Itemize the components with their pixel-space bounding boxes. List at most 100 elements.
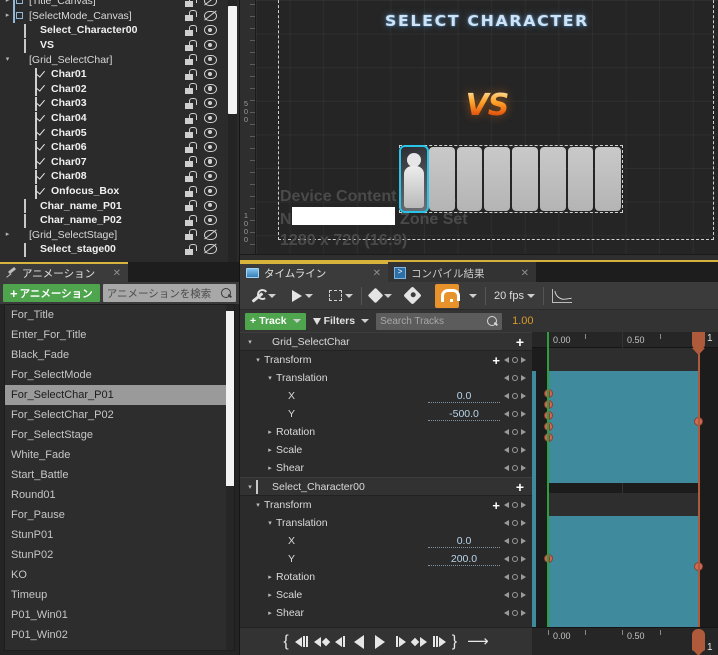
keyframe-nav[interactable] (504, 520, 532, 526)
hierarchy-row[interactable]: ▾ [Grid_SelectChar] (0, 52, 239, 67)
unlock-icon[interactable] (185, 229, 197, 241)
track-value[interactable]: 200.0 (428, 553, 500, 566)
tree-expander[interactable]: ▾ (252, 501, 264, 509)
previous-key-icon[interactable] (504, 556, 509, 562)
character-slot[interactable] (484, 147, 510, 211)
playback-start-marker[interactable] (547, 332, 549, 655)
eye-icon[interactable] (204, 54, 217, 65)
sequencer-panel[interactable]: タイムライン ✕ > コンパイル結果 ✕ 20 fps + Track Filt… (240, 262, 718, 655)
search-tracks-input[interactable]: Search Tracks (376, 312, 503, 330)
chevron-down-icon[interactable] (305, 293, 313, 298)
track-row[interactable]: ▸ Scale (240, 441, 532, 459)
tree-expander[interactable]: ▸ (2, 0, 13, 8)
unlock-icon[interactable] (185, 83, 197, 95)
keyframe-nav[interactable] (504, 465, 532, 471)
animation-list[interactable]: For_Title Enter_For_Title Black_Fade For_Se… (4, 304, 235, 651)
keyframe-options-button[interactable] (367, 285, 395, 307)
add-key-icon[interactable] (512, 393, 518, 399)
animation-search-input[interactable]: アニメーションを検索 (102, 284, 236, 302)
step-back-icon[interactable] (334, 636, 345, 647)
keyframe-nav[interactable] (504, 375, 532, 381)
track-value[interactable]: -500.0 (428, 408, 500, 421)
add-key-icon[interactable] (512, 411, 518, 417)
unlock-icon[interactable] (185, 156, 197, 168)
previous-key-icon[interactable] (504, 592, 509, 598)
unlock-icon[interactable] (185, 200, 197, 212)
chevron-down-icon[interactable] (268, 293, 276, 298)
next-key-icon[interactable] (521, 538, 526, 544)
previous-key-icon[interactable] (504, 538, 509, 544)
hierarchy-row[interactable]: Char_name_P02 (0, 213, 239, 228)
character-slot[interactable] (399, 145, 429, 213)
keyframe-nav[interactable] (504, 411, 532, 417)
track-value[interactable]: 0.0 (428, 390, 500, 403)
check-icon[interactable] (35, 184, 37, 199)
track-row[interactable]: ▸ Scale (240, 586, 532, 604)
keyframe-nav[interactable] (504, 357, 532, 363)
unlock-icon[interactable] (185, 10, 197, 22)
keyframe-nav[interactable] (504, 574, 532, 580)
track-group-row[interactable]: ▾ Grid_SelectChar + (240, 332, 532, 351)
next-key-icon[interactable] (521, 574, 526, 580)
eye-icon[interactable] (204, 171, 217, 182)
curve-editor-button[interactable] (549, 285, 575, 307)
hierarchy-row[interactable]: Char06 (0, 140, 239, 155)
keyframe-nav[interactable] (504, 610, 532, 616)
step-back-frames-icon[interactable] (294, 636, 308, 647)
add-key-icon[interactable] (512, 610, 518, 616)
next-key-icon[interactable] (410, 636, 427, 647)
unlock-icon[interactable] (185, 185, 197, 197)
add-key-icon[interactable] (512, 357, 518, 363)
eye-icon[interactable] (204, 156, 217, 167)
add-channel-button[interactable]: + (492, 498, 504, 513)
eye-icon[interactable] (204, 142, 217, 153)
animation-list-item[interactable]: For_SelectMode (5, 365, 234, 385)
next-key-icon[interactable] (521, 592, 526, 598)
animations-panel[interactable]: アニメーション ✕ + アニメーション アニメーションを検索 For_Title… (0, 262, 240, 655)
previous-key-icon[interactable] (504, 610, 509, 616)
track-row[interactable]: ▾ Transform + (240, 351, 532, 369)
keyframe-nav[interactable] (504, 447, 532, 453)
animation-list-item[interactable]: StunP01 (5, 525, 234, 545)
hierarchy-row[interactable]: Char07 (0, 155, 239, 170)
tree-expander[interactable]: ▸ (264, 609, 276, 617)
tab-timeline[interactable]: タイムライン ✕ (240, 262, 388, 282)
chevron-down-icon[interactable] (361, 319, 370, 323)
next-key-icon[interactable] (521, 357, 526, 363)
add-key-icon[interactable] (512, 465, 518, 471)
track-group-row[interactable]: ▾ Select_Character00 + (240, 477, 532, 496)
track-row[interactable]: ▾ Translation (240, 369, 532, 387)
step-forward-frames-icon[interactable] (432, 636, 446, 647)
keyframe-nav[interactable] (504, 393, 532, 399)
unlock-icon[interactable] (185, 54, 197, 66)
hierarchy-row[interactable]: Char05 (0, 125, 239, 141)
animation-list-item[interactable]: For_SelectChar_P01 (5, 385, 234, 405)
add-track-button[interactable]: + Track (245, 312, 306, 330)
grid-select-char[interactable] (399, 145, 623, 213)
previous-key-icon[interactable] (504, 465, 509, 471)
playhead-line[interactable] (698, 332, 700, 655)
previous-key-icon[interactable] (504, 393, 509, 399)
previous-key-icon[interactable] (504, 520, 509, 526)
close-icon[interactable]: ✕ (373, 268, 381, 279)
track-row[interactable]: Y -500.0 (240, 405, 532, 423)
eye-icon[interactable] (204, 229, 217, 240)
transport-controls[interactable]: { } ⟶ (240, 627, 532, 655)
animation-list-item[interactable]: P01_Win02 (5, 625, 234, 645)
chevron-down-icon[interactable] (526, 293, 535, 298)
animation-list-item[interactable]: Start_Battle (5, 465, 234, 485)
track-row[interactable]: ▸ Shear (240, 604, 532, 622)
next-key-icon[interactable] (521, 465, 526, 471)
check-icon[interactable] (35, 155, 37, 170)
previous-key-icon[interactable] (504, 502, 509, 508)
hierarchy-row[interactable]: Select_stage00 (0, 242, 239, 257)
section-header[interactable] (548, 493, 698, 516)
jump-to-end-icon[interactable]: } (452, 633, 457, 649)
previous-key-icon[interactable] (504, 447, 509, 453)
playhead-handle[interactable] (692, 332, 705, 350)
hierarchy-row[interactable]: Onfocus_Box (0, 184, 239, 199)
next-key-icon[interactable] (521, 429, 526, 435)
designer-viewport[interactable]: 500 1000 SELECT CHARACTER VS Device Conte… (240, 0, 718, 262)
tab-compile-results[interactable]: > コンパイル結果 ✕ (388, 262, 536, 282)
unlock-icon[interactable] (185, 68, 197, 80)
